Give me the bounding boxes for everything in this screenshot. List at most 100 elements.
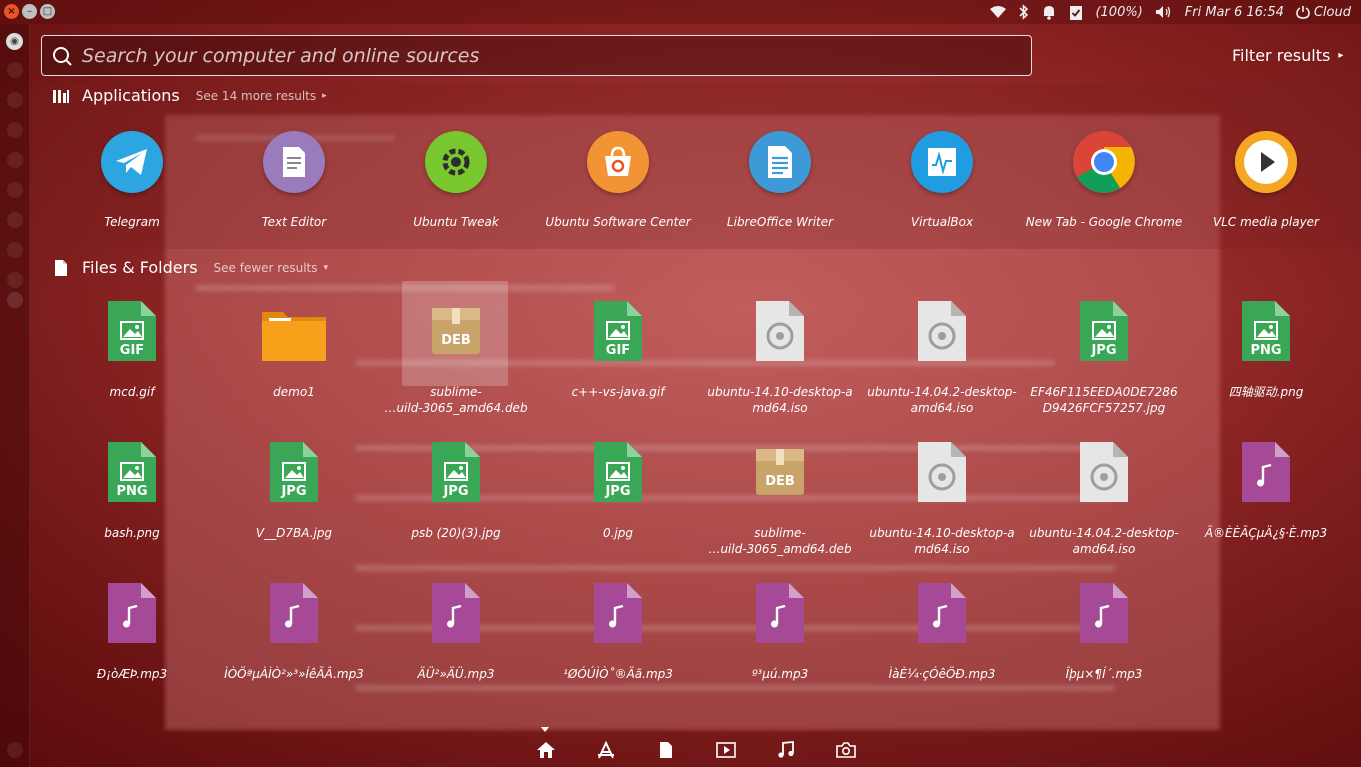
launcher-item[interactable] xyxy=(7,62,23,78)
ubuntu-tweak-icon xyxy=(425,131,487,193)
file-type-badge: JPG xyxy=(605,484,631,499)
file-tile[interactable]: Ð¡òÆÞ.mp3 xyxy=(51,582,213,682)
photos-lens-icon[interactable] xyxy=(836,740,856,760)
file-label: ubuntu-14.10-desktop-amd64.iso xyxy=(869,526,1015,556)
launcher-item[interactable] xyxy=(7,152,23,168)
bluetooth-icon[interactable] xyxy=(1013,0,1035,24)
app-tile-chrome[interactable]: New Tab - Google Chrome xyxy=(1023,131,1185,230)
audio-file-icon xyxy=(917,582,967,644)
telegram-icon xyxy=(101,131,163,193)
app-label: Telegram xyxy=(104,215,160,229)
file-label: Îþµ×¶Í´.mp3 xyxy=(1065,667,1143,681)
app-label: Ubuntu Software Center xyxy=(545,215,691,229)
text-editor-icon xyxy=(263,131,325,193)
indicator-area: (100%) Fri Mar 6 16:54 Cloud xyxy=(983,0,1357,24)
search-bar xyxy=(41,35,1032,76)
file-tile[interactable]: º³µú.mp3 xyxy=(699,582,861,682)
dash-home-icon[interactable]: ◉ xyxy=(6,33,23,50)
launcher-item[interactable] xyxy=(7,182,23,198)
minimize-window-button[interactable]: – xyxy=(22,4,37,19)
clipboard-check-icon[interactable] xyxy=(1063,0,1089,24)
file-tile[interactable]: JPG 0.jpg xyxy=(537,441,699,541)
software-center-icon xyxy=(587,131,649,193)
file-tile[interactable]: Ã®ÈÈÃÇµÄ¿§·È.mp3 xyxy=(1185,441,1347,541)
file-tile[interactable]: ubuntu-14.04.2-desktop-amd64.iso xyxy=(1023,441,1185,557)
file-tile[interactable]: ¹ØÓÚÌÒ˚®Äã.mp3 xyxy=(537,582,699,682)
file-label: 四轴驱动.png xyxy=(1228,385,1304,399)
folder-file-icon xyxy=(261,300,327,362)
app-tile-text-editor[interactable]: Text Editor xyxy=(213,131,375,230)
file-label: demo1 xyxy=(273,385,315,399)
file-label: c++-vs-java.gif xyxy=(571,385,665,399)
file-tile[interactable]: Îþµ×¶Í´.mp3 xyxy=(1023,582,1185,682)
see-more-label: See 14 more results xyxy=(195,88,317,103)
search-icon xyxy=(53,47,72,66)
file-tile[interactable]: ÌàÈ¼·çÓêÖÐ.mp3 xyxy=(861,582,1023,682)
file-label: mcd.gif xyxy=(109,385,155,399)
file-label: º³µú.mp3 xyxy=(751,667,809,681)
app-tile-virtualbox[interactable]: VirtualBox xyxy=(861,131,1023,230)
close-window-button[interactable]: × xyxy=(4,4,19,19)
launcher-item[interactable] xyxy=(7,292,23,308)
app-tile-vlc[interactable]: VLC media player xyxy=(1185,131,1347,230)
file-tile[interactable]: ubuntu-14.10-desktop-amd64.iso xyxy=(861,441,1023,557)
file-tile[interactable]: DEB sublime- …uild-3065_amd64.deb xyxy=(699,441,861,557)
file-tile[interactable]: ÄÜ²»ÄÜ.mp3 xyxy=(375,582,537,682)
power-icon xyxy=(1296,6,1310,19)
app-label: Ubuntu Tweak xyxy=(413,215,499,229)
app-tile-software-center[interactable]: Ubuntu Software Center xyxy=(537,131,699,230)
file-tile[interactable]: ÌÒÖªµÀÌÒ²»³»ÍêÃÂ.mp3 xyxy=(213,582,375,682)
file-tile[interactable]: GIF c++-vs-java.gif xyxy=(537,300,699,400)
files-category-icon xyxy=(55,259,67,276)
file-tile[interactable]: demo1 xyxy=(213,300,375,400)
launcher-item[interactable] xyxy=(7,272,23,288)
file-tile[interactable]: ubuntu-14.10-desktop-amd64.iso xyxy=(699,300,861,416)
file-tile[interactable]: GIF mcd.gif xyxy=(51,300,213,400)
see-more-applications-link[interactable]: See 14 more results ▸ xyxy=(196,89,327,103)
maximize-window-button[interactable]: □ xyxy=(40,4,55,19)
app-tile-libreoffice-writer[interactable]: LibreOffice Writer xyxy=(699,131,861,230)
launcher-item[interactable] xyxy=(7,242,23,258)
file-tile[interactable]: ubuntu-14.04.2-desktop-amd64.iso xyxy=(861,300,1023,416)
audio-file-icon xyxy=(431,582,481,644)
file-label: Ð¡òÆÞ.mp3 xyxy=(96,667,168,681)
files-lens-icon[interactable] xyxy=(656,740,676,760)
image-file-icon: PNG xyxy=(107,441,157,503)
image-file-icon: JPG xyxy=(1079,300,1129,362)
file-tile[interactable]: JPG EF46F115EEDA0DE7286D9426FCF57257.jpg xyxy=(1023,300,1185,416)
file-label: sublime- …uild-3065_amd64.deb xyxy=(708,526,852,556)
file-tile[interactable]: JPG V__D7BA.jpg xyxy=(213,441,375,541)
file-tile[interactable]: DEB sublime- …uild-3065_amd64.deb xyxy=(375,300,537,416)
clock[interactable]: Fri Mar 6 16:54 xyxy=(1179,0,1290,24)
file-type-badge: PNG xyxy=(116,484,148,499)
file-label: ubuntu-14.10-desktop-amd64.iso xyxy=(707,385,853,415)
filter-results-button[interactable]: Filter results ▸ xyxy=(1232,46,1343,65)
wifi-icon[interactable] xyxy=(983,0,1013,24)
applications-lens-icon[interactable] xyxy=(596,740,616,760)
battery-percentage[interactable]: (100%) xyxy=(1089,0,1148,24)
notification-bell-icon[interactable] xyxy=(1035,0,1063,24)
volume-icon[interactable] xyxy=(1149,0,1179,24)
file-label: sublime- …uild-3065_amd64.deb xyxy=(384,385,528,415)
app-tile-telegram[interactable]: Telegram xyxy=(51,131,213,230)
file-tile[interactable]: JPG psb (20)(3).jpg xyxy=(375,441,537,541)
launcher-item[interactable] xyxy=(7,212,23,228)
filter-results-label: Filter results xyxy=(1232,46,1331,65)
audio-file-icon xyxy=(1241,441,1291,503)
home-lens-icon[interactable] xyxy=(536,740,556,760)
music-lens-icon[interactable] xyxy=(776,740,796,760)
file-label: 0.jpg xyxy=(602,526,634,540)
see-fewer-files-link[interactable]: See fewer results ▾ xyxy=(214,261,328,275)
video-lens-icon[interactable] xyxy=(716,740,736,760)
app-tile-ubuntu-tweak[interactable]: Ubuntu Tweak xyxy=(375,131,537,230)
file-tile[interactable]: PNG bash.png xyxy=(51,441,213,541)
launcher-item[interactable] xyxy=(7,122,23,138)
search-input[interactable] xyxy=(82,40,1022,72)
launcher: ◉ xyxy=(0,24,30,767)
file-tile[interactable]: PNG 四轴驱动.png xyxy=(1185,300,1347,400)
audio-file-icon xyxy=(1079,582,1129,644)
see-fewer-label: See fewer results xyxy=(213,260,318,275)
session-menu[interactable]: Cloud xyxy=(1290,0,1357,24)
files-header: Files & Folders See fewer results ▾ xyxy=(52,258,328,277)
launcher-item[interactable] xyxy=(7,92,23,108)
